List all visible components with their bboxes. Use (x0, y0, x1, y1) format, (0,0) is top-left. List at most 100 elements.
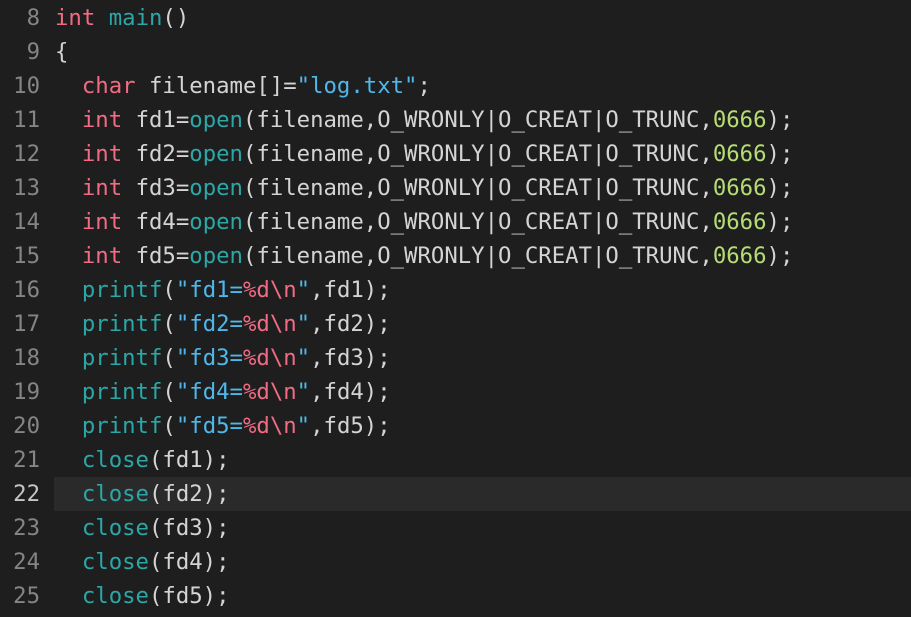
code-text[interactable]: close(fd4); (55, 545, 230, 579)
code-text[interactable]: close(fd3); (55, 511, 230, 545)
code-token: (filename,O_WRONLY|O_CREAT|O_TRUNC, (242, 175, 713, 201)
code-token: "fd1= (175, 277, 243, 303)
code-token: ( (162, 379, 176, 405)
code-line[interactable]: 23 close(fd3); (0, 511, 911, 545)
code-text[interactable]: close(fd2); (55, 477, 230, 511)
code-token: () (162, 5, 190, 31)
code-token: main (108, 5, 163, 31)
code-token: (fd4); (148, 549, 230, 575)
code-token: printf (81, 413, 163, 439)
code-token: ); (766, 209, 794, 235)
code-text[interactable]: int fd4=open(filename,O_WRONLY|O_CREAT|O… (55, 205, 794, 239)
code-token: ); (766, 107, 794, 133)
code-line[interactable]: 16 printf("fd1=%d\n",fd1); (0, 273, 911, 307)
code-text[interactable]: printf("fd3=%d\n",fd3); (55, 341, 391, 375)
code-token: (filename,O_WRONLY|O_CREAT|O_TRUNC, (242, 141, 713, 167)
code-token: ,fd1); (310, 277, 391, 303)
code-line[interactable]: 13 int fd3=open(filename,O_WRONLY|O_CREA… (0, 171, 911, 205)
code-token: filename[]= (135, 73, 297, 99)
code-token: open (189, 243, 243, 269)
code-token: printf (81, 345, 163, 371)
code-token: fd4= (122, 209, 190, 235)
code-line[interactable]: 21 close(fd1); (0, 443, 911, 477)
code-token: ); (766, 243, 794, 269)
code-line[interactable]: 24 close(fd4); (0, 545, 911, 579)
code-token: ,fd2); (310, 311, 391, 337)
code-line[interactable]: 12 int fd2=open(filename,O_WRONLY|O_CREA… (0, 137, 911, 171)
code-line[interactable]: 9{ (0, 35, 911, 69)
code-token: "fd3= (175, 345, 243, 371)
code-token: fd1= (122, 107, 190, 133)
code-text[interactable]: int fd5=open(filename,O_WRONLY|O_CREAT|O… (55, 239, 794, 273)
code-token: int (81, 175, 123, 201)
code-token: " (296, 277, 311, 303)
line-number: 9 (26, 39, 40, 65)
line-number: 14 (13, 209, 40, 235)
code-token: " (296, 379, 311, 405)
code-text[interactable]: printf("fd1=%d\n",fd1); (55, 273, 391, 307)
code-token: ); (766, 175, 794, 201)
code-token: int (81, 107, 123, 133)
code-text[interactable]: int fd1=open(filename,O_WRONLY|O_CREAT|O… (55, 103, 794, 137)
code-line[interactable]: 11 int fd1=open(filename,O_WRONLY|O_CREA… (0, 103, 911, 137)
code-token: printf (81, 277, 163, 303)
code-editor[interactable]: 8 int main() 9{10 char filename[]="log.txt… (0, 0, 911, 617)
code-token: ,fd5); (310, 413, 391, 439)
code-token: "log.txt" (296, 73, 418, 99)
code-token: ; (417, 73, 431, 99)
code-text[interactable]: close(fd1); (55, 443, 230, 477)
code-token: " (296, 413, 311, 439)
code-line[interactable]: 18 printf("fd3=%d\n",fd3); (0, 341, 911, 375)
line-number: 19 (13, 379, 40, 405)
code-token: " (296, 345, 311, 371)
code-token: %d\n (242, 277, 297, 303)
line-number: 13 (13, 175, 40, 201)
code-token: 0666 (712, 209, 767, 235)
code-token: open (189, 209, 243, 235)
code-text[interactable]: char filename[]="log.txt"; (55, 69, 431, 103)
code-token: (fd2); (148, 481, 230, 507)
code-token: fd5= (122, 243, 190, 269)
code-token: 0666 (712, 107, 767, 133)
code-line[interactable]: 25 close(fd5); (0, 579, 911, 613)
code-line[interactable]: 22 close(fd2); (0, 477, 911, 511)
code-token: (filename,O_WRONLY|O_CREAT|O_TRUNC, (242, 107, 713, 133)
code-text[interactable]: printf("fd2=%d\n",fd2); (55, 307, 391, 341)
code-lines: 8 int main() 9{10 char filename[]="log.txt… (0, 1, 911, 613)
code-token: open (189, 141, 243, 167)
code-token: (fd1); (148, 447, 230, 473)
code-token: "fd5= (175, 413, 243, 439)
code-line[interactable]: 10 char filename[]="log.txt"; (0, 69, 911, 103)
code-token: fd3= (122, 175, 190, 201)
code-text[interactable]: int fd2=open(filename,O_WRONLY|O_CREAT|O… (55, 137, 794, 171)
code-line[interactable]: 8 int main() (0, 1, 911, 35)
code-text[interactable]: printf("fd4=%d\n",fd4); (55, 375, 391, 409)
line-number: 18 (13, 345, 40, 371)
code-line[interactable]: 14 int fd4=open(filename,O_WRONLY|O_CREA… (0, 205, 911, 239)
code-line[interactable]: 20 printf("fd5=%d\n",fd5); (0, 409, 911, 443)
code-line[interactable]: 15 int fd5=open(filename,O_WRONLY|O_CREA… (0, 239, 911, 273)
code-token: close (81, 583, 149, 609)
code-token: ( (162, 413, 176, 439)
code-line[interactable]: 17 printf("fd2=%d\n",fd2); (0, 307, 911, 341)
code-line[interactable]: 19 printf("fd4=%d\n",fd4); (0, 375, 911, 409)
code-text[interactable]: int main() (55, 1, 189, 35)
code-text[interactable]: printf("fd5=%d\n",fd5); (55, 409, 391, 443)
line-number: 24 (13, 549, 40, 575)
code-token: ,fd3); (310, 345, 391, 371)
line-number: 10 (13, 73, 40, 99)
code-text[interactable]: int fd3=open(filename,O_WRONLY|O_CREAT|O… (55, 171, 794, 205)
code-text[interactable]: { (55, 35, 68, 69)
code-text[interactable]: close(fd5); (55, 579, 230, 613)
line-number: 20 (13, 413, 40, 439)
